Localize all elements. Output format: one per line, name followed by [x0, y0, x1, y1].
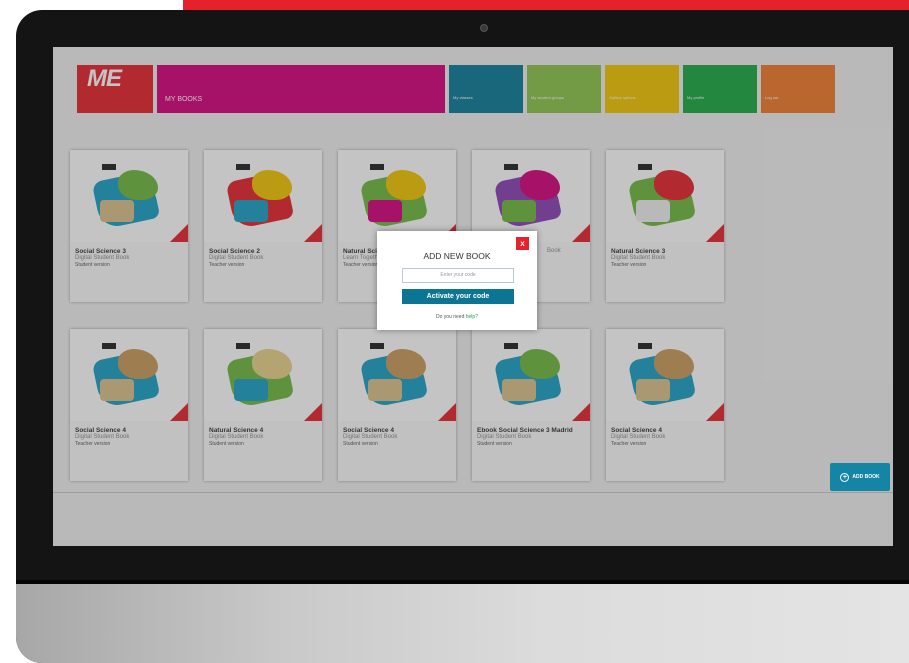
- add-book-button[interactable]: + ADD BOOK: [830, 463, 890, 491]
- activate-code-button[interactable]: Activate your code: [402, 289, 514, 304]
- help-link[interactable]: help?: [466, 314, 478, 320]
- add-book-dialog: x ADD NEW BOOK Enter your code Activate …: [377, 231, 537, 330]
- plus-icon: +: [840, 472, 850, 482]
- monitor-frame: ME MY BOOKS My classes My student groups…: [16, 10, 909, 663]
- help-text: Do you need help?: [377, 314, 537, 320]
- help-prefix: Do you need: [436, 314, 466, 320]
- dialog-title: ADD NEW BOOK: [423, 251, 491, 261]
- add-book-label: ADD BOOK: [852, 474, 880, 480]
- app-screen: ME MY BOOKS My classes My student groups…: [53, 47, 893, 546]
- monitor-chin: [16, 584, 909, 663]
- camera-icon: [480, 24, 488, 32]
- code-input[interactable]: Enter your code: [402, 268, 514, 283]
- close-icon[interactable]: x: [516, 237, 529, 250]
